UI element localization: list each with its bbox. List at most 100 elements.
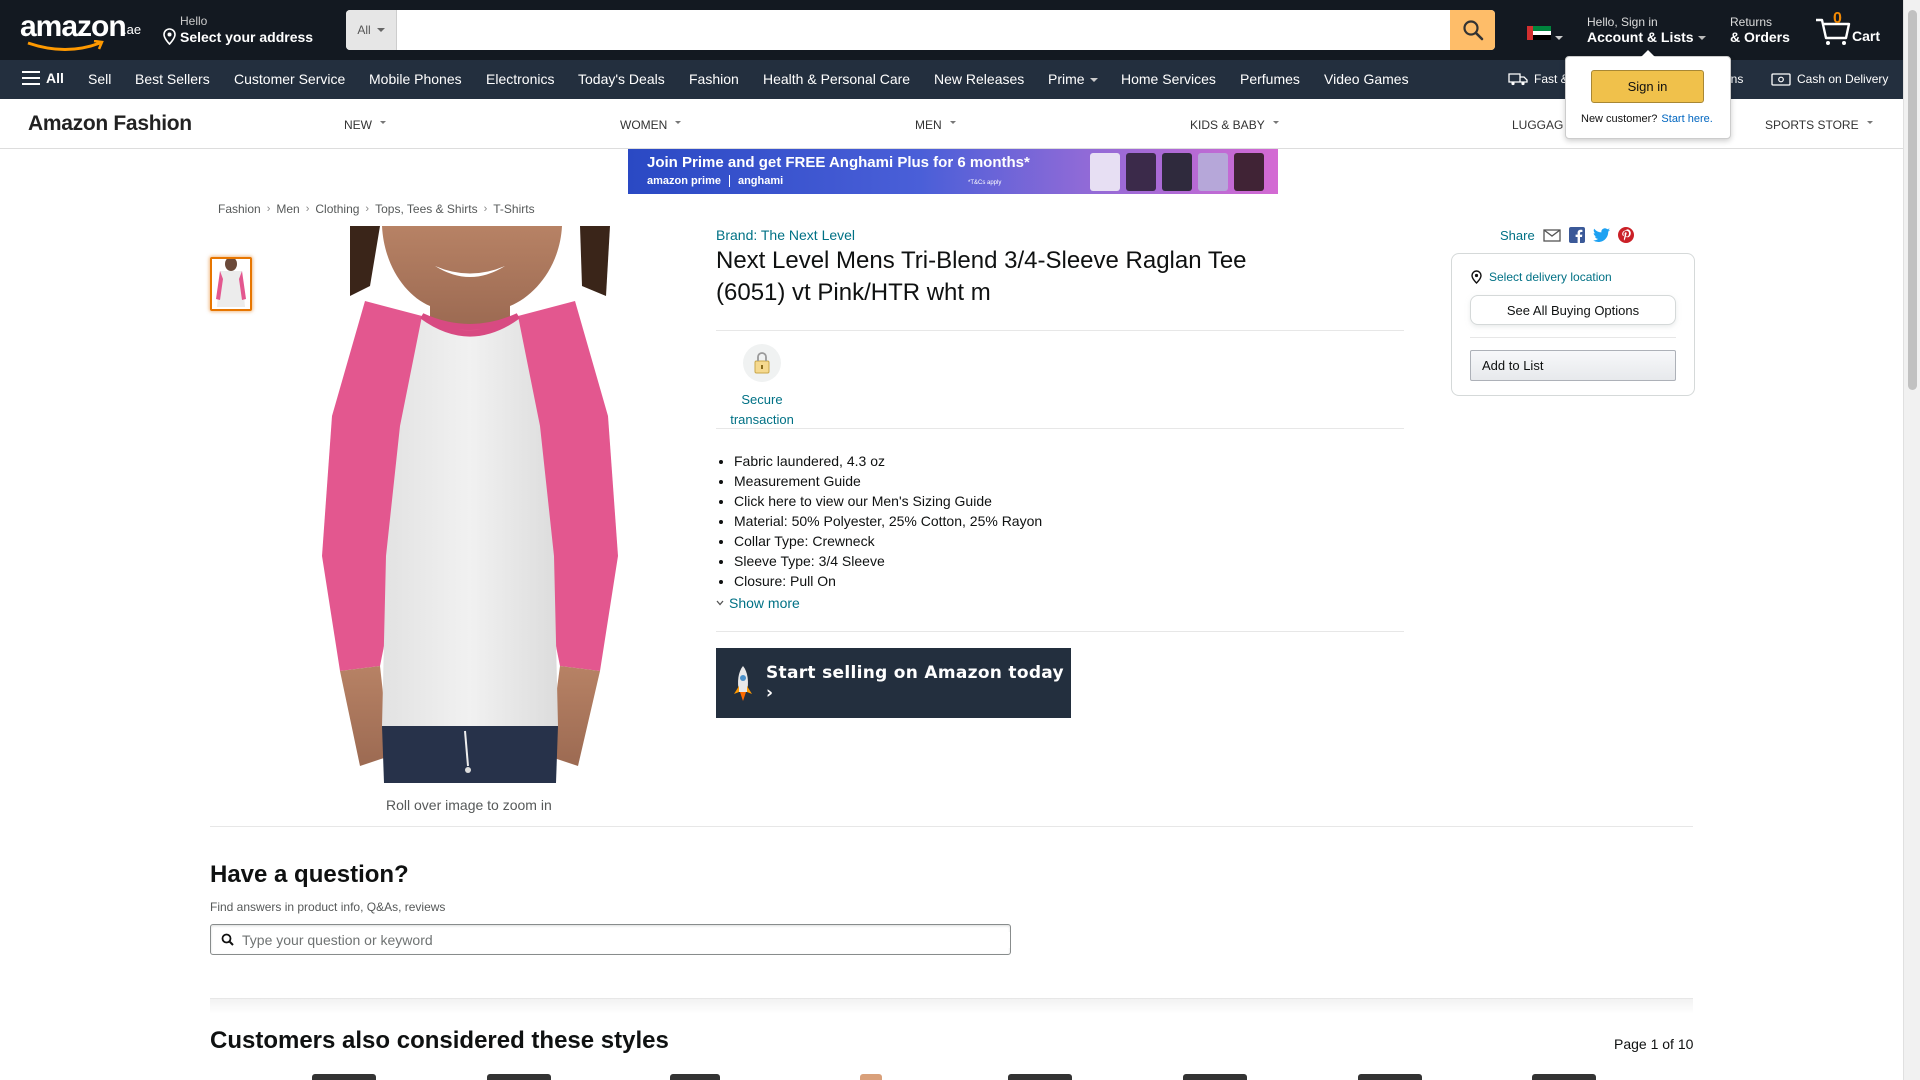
cash-on-delivery-label: Cash on Delivery: [1797, 72, 1889, 86]
feature-bullet: Click here to view our Men's Sizing Guid…: [734, 491, 1042, 511]
pinterest-icon[interactable]: [1617, 227, 1634, 243]
carousel-product-image[interactable]: [670, 1074, 720, 1080]
twitter-icon[interactable]: [1592, 228, 1610, 242]
carousel-product-image[interactable]: [1532, 1074, 1596, 1080]
feature-bullet: Fabric laundered, 4.3 oz: [734, 451, 1042, 471]
account-lists[interactable]: Hello, Sign in Account & Lists: [1587, 15, 1706, 45]
banner-terms: *T&Cs apply: [968, 180, 1002, 186]
banner-headline: Join Prime and get FREE Anghami Plus for…: [647, 154, 1030, 171]
amazon-fashion-logo[interactable]: Amazon Fashion: [28, 112, 192, 136]
prime-anghami-banner[interactable]: Join Prime and get FREE Anghami Plus for…: [628, 149, 1278, 194]
amazon-logo[interactable]: amazon .ae: [20, 12, 142, 51]
show-more-link[interactable]: Show more: [716, 595, 800, 611]
banner-photo: [1198, 153, 1228, 191]
delivery-address[interactable]: Hello Select your address: [160, 14, 313, 45]
add-to-list-button[interactable]: Add to List: [1470, 350, 1676, 381]
feature-bullet: Material: 50% Polyester, 25% Cotton, 25%…: [734, 511, 1042, 531]
carousel-product-image[interactable]: [487, 1074, 551, 1080]
location-pin-icon: [163, 28, 176, 45]
breadcrumb-men[interactable]: Men: [276, 202, 299, 216]
carousel-product-image[interactable]: [1008, 1074, 1072, 1080]
scrollbar-thumb[interactable]: [1908, 10, 1917, 390]
nav-item-video-games[interactable]: Video Games: [1324, 71, 1409, 87]
divider: [1470, 337, 1676, 338]
search-department-select[interactable]: All: [346, 10, 397, 50]
start-selling-banner[interactable]: Start selling on Amazon today ›: [716, 648, 1071, 718]
subnav-new[interactable]: NEW: [344, 118, 386, 132]
brand-link[interactable]: Brand: The Next Level: [716, 227, 855, 243]
nav-item-customer-service[interactable]: Customer Service: [234, 71, 345, 87]
see-all-buying-options-button[interactable]: See All Buying Options: [1470, 295, 1676, 325]
sign-in-button[interactable]: Sign in: [1591, 70, 1704, 103]
breadcrumb-tshirts[interactable]: T-Shirts: [493, 202, 534, 216]
uae-flag-icon[interactable]: [1527, 26, 1551, 41]
nav-item-best-sellers[interactable]: Best Sellers: [135, 71, 210, 87]
product-title: Next Level Mens Tri-Blend 3/4-Sleeve Rag…: [716, 247, 1247, 306]
nav-item-home-services[interactable]: Home Services: [1121, 71, 1216, 87]
nav-item-mobile-phones[interactable]: Mobile Phones: [369, 71, 462, 87]
all-menu-label: All: [46, 70, 64, 86]
subnav-luggage[interactable]: LUGGAG: [1512, 118, 1563, 132]
nav-item-cash-on-delivery[interactable]: Cash on Delivery: [1771, 72, 1888, 86]
nav-item-health-personal-care[interactable]: Health & Personal Care: [763, 71, 910, 87]
breadcrumb-tops[interactable]: Tops, Tees & Shirts: [375, 202, 478, 216]
secure-transaction[interactable]: Secure transaction: [716, 344, 808, 430]
email-icon[interactable]: [1543, 228, 1561, 242]
subnav-new-label: NEW: [344, 118, 372, 132]
chevron-right-icon: ›: [483, 203, 488, 215]
zoom-hint: Roll over image to zoom in: [386, 797, 552, 813]
carousel-product-image[interactable]: [860, 1074, 882, 1080]
nav-item-todays-deals[interactable]: Today's Deals: [578, 71, 665, 87]
all-menu-button[interactable]: All: [22, 70, 64, 86]
top-header: amazon .ae Hello Select your address All…: [0, 0, 1920, 60]
carousel-product-image[interactable]: [1358, 1074, 1422, 1080]
divider: [716, 631, 1404, 632]
nav-item-new-releases[interactable]: New Releases: [934, 71, 1024, 87]
chevron-right-icon: ›: [305, 203, 310, 215]
breadcrumb-clothing[interactable]: Clothing: [315, 202, 359, 216]
subnav-men[interactable]: MEN: [915, 118, 956, 132]
search-input[interactable]: [397, 10, 1450, 50]
cart-button[interactable]: 0 Cart: [1814, 10, 1884, 52]
question-search-input[interactable]: [242, 931, 1010, 948]
nav-item-fashion[interactable]: Fashion: [689, 71, 739, 87]
account-label: Account & Lists: [1587, 29, 1694, 45]
raglan-tee-image: [322, 226, 618, 783]
banner-photo: [1090, 153, 1120, 191]
main-product-image[interactable]: [310, 226, 630, 783]
divider: [716, 330, 1404, 331]
breadcrumb-fashion[interactable]: Fashion: [218, 202, 261, 216]
rocket-icon: [734, 666, 752, 701]
start-selling-label: Start selling on Amazon today ›: [766, 663, 1064, 703]
carousel-product-image[interactable]: [1183, 1074, 1247, 1080]
question-section-subtitle: Find answers in product info, Q&As, revi…: [210, 900, 446, 914]
share-bar: Share: [1500, 227, 1634, 243]
subnav-sports-store-label: SPORTS STORE: [1765, 118, 1859, 132]
nav-item-electronics[interactable]: Electronics: [486, 71, 554, 87]
search-bar: All: [346, 10, 1495, 50]
search-department-label: All: [357, 23, 371, 37]
search-icon: [221, 933, 234, 946]
feature-bullet: Collar Type: Crewneck: [734, 531, 1042, 551]
subnav-kids-baby[interactable]: KIDS & BABY: [1190, 118, 1279, 132]
chevron-down-icon: [716, 600, 724, 606]
carousel-product-image[interactable]: [312, 1074, 376, 1080]
nav-item-fast-delivery[interactable]: Fast &: [1508, 72, 1569, 86]
returns-orders[interactable]: Returns & Orders: [1730, 15, 1790, 45]
facebook-icon[interactable]: [1568, 227, 1585, 243]
page-scrollbar[interactable]: [1903, 0, 1920, 1080]
nav-item-perfumes[interactable]: Perfumes: [1240, 71, 1300, 87]
nav-item-prime[interactable]: Prime: [1048, 71, 1098, 87]
feature-bullet: Sleeve Type: 3/4 Sleeve: [734, 551, 1042, 571]
section-divider: [210, 998, 1693, 1014]
location-pin-icon: [1471, 270, 1482, 284]
lock-icon: [743, 344, 781, 382]
question-search-box: [210, 924, 1011, 955]
subnav-sports-store[interactable]: SPORTS STORE: [1765, 118, 1873, 132]
nav-item-sell[interactable]: Sell: [88, 71, 111, 87]
product-thumbnail[interactable]: [210, 257, 252, 311]
subnav-women[interactable]: WOMEN: [620, 118, 682, 132]
start-here-link[interactable]: Start here.: [1661, 113, 1712, 125]
search-button[interactable]: [1450, 10, 1495, 50]
select-delivery-location[interactable]: Select delivery location: [1470, 270, 1612, 284]
